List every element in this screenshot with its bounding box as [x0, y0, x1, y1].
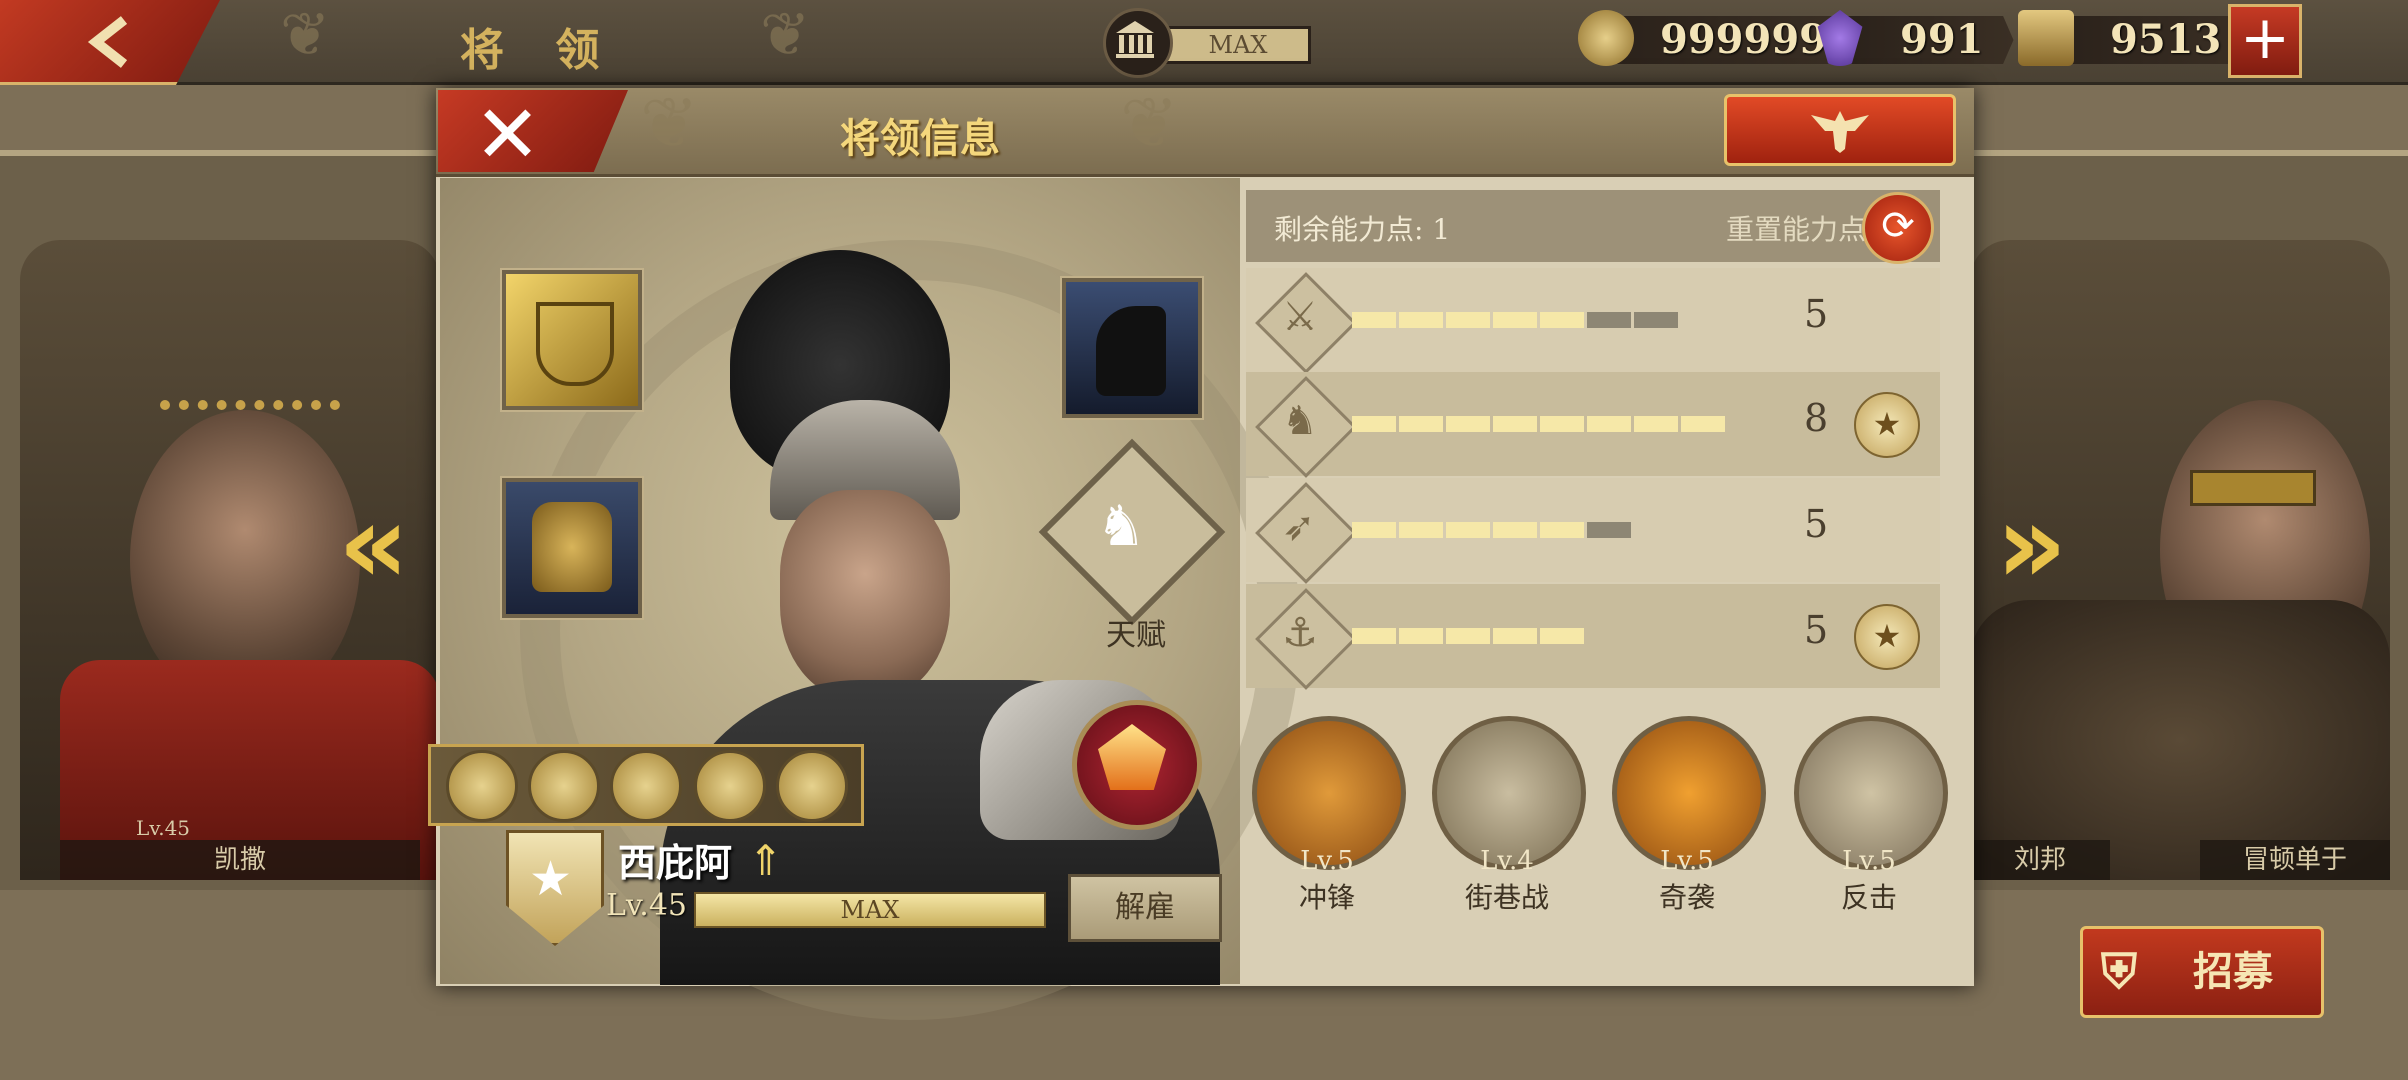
stat-bar-segment [1540, 522, 1584, 538]
stat-bar-segment [1399, 522, 1443, 538]
gem-counter: 991 [1840, 16, 2014, 64]
stat-bar-segment [1352, 628, 1396, 644]
stat-value: 5 [1804, 292, 1829, 336]
horse-head-icon: ♞ [1096, 494, 1147, 559]
stat-bar-segment [1399, 312, 1443, 328]
stat-bar-segment [1446, 416, 1490, 432]
stat-bar-segment [1634, 312, 1678, 328]
stat-bar-segment [1493, 628, 1537, 644]
right-hero-name-1: 刘邦 [1970, 840, 2110, 880]
stat-bar-segment [1446, 312, 1490, 328]
stat-bar-segment [1540, 312, 1584, 328]
remaining-points: 剩余能力点: 1 [1274, 213, 1451, 246]
horse-icon-glyph: ♞ [1282, 398, 1318, 444]
fur-cloak [1970, 600, 2390, 880]
spqr-counter: 9513 [2050, 16, 2252, 64]
experience-bar: MAX [694, 892, 1046, 928]
coin-counter: 999999 [1600, 16, 1857, 64]
bow-icon-glyph: ➶ [1282, 504, 1316, 550]
armor-equipment-slot[interactable] [502, 478, 642, 618]
stat-bar-segment [1540, 416, 1584, 432]
close-icon: ✕ [474, 88, 542, 181]
headband-icon [2190, 470, 2316, 506]
eagle-icon [1811, 111, 1869, 153]
sword-icon-glyph: ⚔ [1282, 294, 1318, 340]
stat-bar-segment [1399, 628, 1443, 644]
stat-bar-segment [1493, 416, 1537, 432]
spartan-helmet-icon: ⛨ [2101, 944, 2138, 1000]
recruit-label: 招募 [2193, 948, 2273, 995]
stat-bar-segment [1587, 522, 1631, 538]
hero-level: Lv.45 [606, 888, 688, 923]
minerva-shield-icon [536, 302, 614, 386]
dialog-title: 将领信息 [840, 115, 1000, 162]
back-arrow-icon [87, 16, 128, 68]
banner-equipment-slot[interactable] [502, 270, 642, 410]
banner-medal-icon[interactable] [528, 750, 600, 822]
left-hero-name: 凯撒 [60, 840, 420, 880]
stat-bar-segment [1634, 416, 1678, 432]
reset-button[interactable]: ⟳ [1862, 192, 1934, 264]
skill-level: Lv.5 [1300, 846, 1354, 876]
temple-icon[interactable] [1103, 8, 1173, 78]
next-hero-arrow-icon[interactable]: » [1996, 480, 2067, 608]
skill-name: 奇袭 [1658, 881, 1715, 914]
anchor-icon-glyph: ⚓ [1282, 610, 1318, 656]
page-title: 将 领 [460, 25, 618, 76]
prev-hero-arrow-icon[interactable]: « [338, 480, 409, 608]
stat-bar-segment [1399, 416, 1443, 432]
dismiss-button[interactable]: 解雇 [1068, 874, 1222, 942]
skill-level: Lv.4 [1480, 846, 1534, 876]
laurel-crown-icon [160, 400, 340, 450]
right-hero-name-2: 冒顿单于 [2200, 840, 2390, 880]
stat-bar-segment [1587, 312, 1631, 328]
stat-bar-segment [1446, 522, 1490, 538]
stat-bar-segment [1352, 312, 1396, 328]
stat-bar-segment [1446, 628, 1490, 644]
skill-name: 街巷战 [1464, 881, 1549, 914]
rank-up-icon: ⇑ [748, 836, 784, 885]
stat-bar-segment [1540, 628, 1584, 644]
book-medal-icon[interactable] [610, 750, 682, 822]
stat-value: 5 [1804, 502, 1829, 546]
skill-level: Lv.5 [1842, 846, 1896, 876]
skill-name: 反击 [1840, 881, 1897, 914]
eagle-button[interactable] [1724, 94, 1956, 166]
stat-bar-segment [1352, 416, 1396, 432]
hero-name: 西庇阿 [618, 840, 733, 885]
laurel-right-icon: ❦ [760, 0, 811, 70]
compass-medal-icon[interactable] [776, 750, 848, 822]
recruit-button[interactable]: ⛨ 招募 [2080, 926, 2324, 1018]
stat-bar-segment [1352, 522, 1396, 538]
stat-value: 8 [1804, 396, 1829, 440]
skill-level: Lv.5 [1660, 846, 1714, 876]
star-medal-icon: ★ [1854, 392, 1920, 458]
refresh-icon: ⟳ [1881, 203, 1915, 249]
left-hero-level: Lv.45 [136, 816, 191, 840]
shield-medal-icon[interactable] [446, 750, 518, 822]
add-resource-button[interactable]: + [2228, 4, 2302, 78]
hero-face [780, 490, 950, 700]
talent-label: 天赋 [1106, 618, 1166, 653]
coin-icon [1578, 10, 1634, 66]
stat-bar-segment [1681, 416, 1725, 432]
stat-bar-segment [1587, 416, 1631, 432]
capacity-bar: MAX [1165, 26, 1311, 64]
laurel-left-icon: ❦ [280, 0, 331, 70]
horse-medal-icon[interactable] [694, 750, 766, 822]
reset-points-label: 重置能力点 [1726, 213, 1867, 246]
spqr-icon [2018, 10, 2074, 66]
skill-name: 冲锋 [1298, 881, 1355, 914]
stat-bar-segment [1493, 312, 1537, 328]
header-laurel-right-icon: ❦ [1120, 82, 1179, 164]
header-laurel-left-icon: ❦ [640, 82, 699, 164]
stat-value: 5 [1804, 608, 1829, 652]
stat-bar-segment [1493, 522, 1537, 538]
armor-icon [532, 502, 612, 592]
star-medal-icon: ★ [1854, 604, 1920, 670]
